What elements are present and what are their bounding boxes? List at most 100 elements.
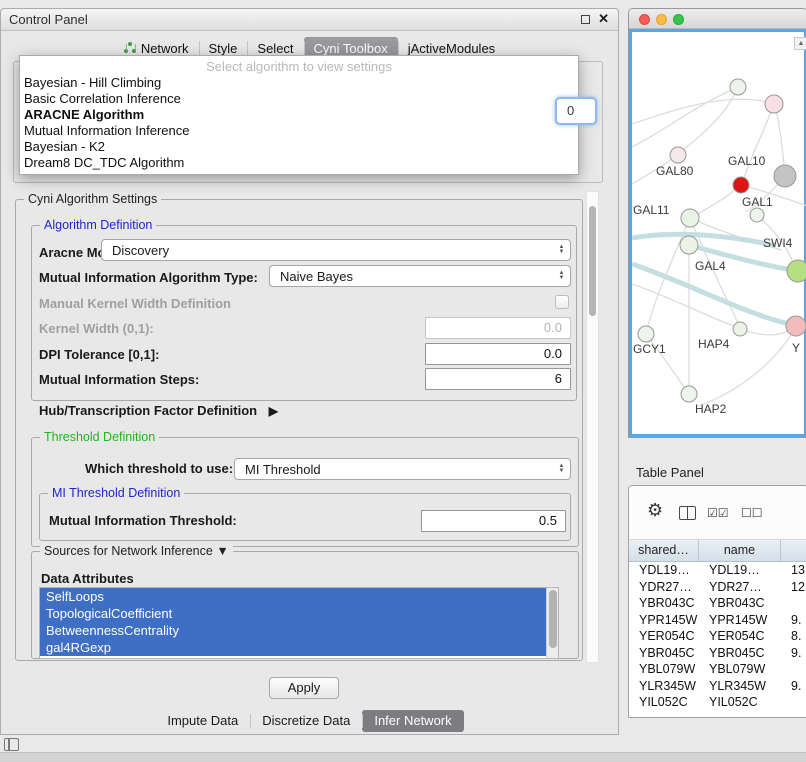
settings-scrollbar-thumb[interactable] <box>589 206 596 316</box>
network-node[interactable] <box>670 147 686 163</box>
network-edge-thick[interactable] <box>632 264 790 324</box>
network-edge[interactable] <box>680 87 738 153</box>
bottom-tab-discretize-data[interactable]: Discretize Data <box>250 710 362 732</box>
manual-kernel-checkbox[interactable] <box>555 295 569 309</box>
table-row[interactable]: YER054CYER054C8. <box>629 628 806 645</box>
columns-icon[interactable] <box>679 506 696 520</box>
which-threshold-label: Which threshold to use: <box>85 461 233 476</box>
algorithm-option-dream8-dc-tdc-algorithm[interactable]: Dream8 DC_TDC Algorithm <box>20 155 578 171</box>
column-header-shared[interactable]: shared… <box>629 540 699 561</box>
algorithm-definition-title: Algorithm Definition <box>40 218 156 232</box>
node-label: HAP4 <box>698 337 730 351</box>
table-cell: YLR345W <box>629 678 699 695</box>
table-cell: YBR045C <box>699 645 781 662</box>
mi-threshold-group-title: MI Threshold Definition <box>48 486 184 500</box>
table-row[interactable]: YIL052CYIL052C <box>629 694 806 711</box>
aracne-mode-select[interactable]: Discovery ▲▼ <box>101 239 571 261</box>
algorithm-option-bayesian-hill-climbing[interactable]: Bayesian - Hill Climbing <box>20 75 578 91</box>
table-row[interactable]: YBR045CYBR045C9. <box>629 645 806 662</box>
table-cell: YDR27… <box>699 579 781 596</box>
table-row[interactable]: YPR145WYPR145W9. <box>629 612 806 629</box>
network-edge[interactable] <box>743 104 774 182</box>
mi-type-select[interactable]: Naive Bayes ▲▼ <box>269 265 571 287</box>
network-node[interactable] <box>680 236 698 254</box>
mi-threshold-input[interactable]: 0.5 <box>421 510 566 532</box>
panel-toggle-icon[interactable] <box>4 738 19 751</box>
network-edge[interactable] <box>632 99 774 124</box>
algorithm-option-basic-correlation-inference[interactable]: Basic Correlation Inference <box>20 91 578 107</box>
deselect-columns-icon[interactable]: ☐☐ <box>741 506 763 520</box>
table-cell <box>781 661 806 678</box>
algorithm-option-mutual-information-inference[interactable]: Mutual Information Inference <box>20 123 578 139</box>
float-window-icon[interactable] <box>581 15 590 24</box>
select-columns-icon[interactable]: ☑☑ <box>707 506 729 520</box>
network-edge[interactable] <box>740 328 792 335</box>
table-row[interactable]: YDL19…YDL19…13 <box>629 562 806 579</box>
network-node[interactable] <box>733 177 749 193</box>
network-node[interactable] <box>765 95 783 113</box>
table-row[interactable]: YDR27…YDR27…12 <box>629 579 806 596</box>
control-panel-titlebar[interactable]: Control Panel ✕ <box>1 9 618 31</box>
table-cell: 8. <box>781 628 806 645</box>
node-label: GAL1 <box>742 195 773 209</box>
scroll-up-icon[interactable]: ▲ <box>794 37 806 50</box>
dropdown-placeholder: Select algorithm to view settings <box>20 59 578 75</box>
bottom-tab-infer-network[interactable]: Infer Network <box>362 710 463 732</box>
attribute-gal4rgexp[interactable]: gal4RGexp <box>40 639 546 656</box>
table-cell: 13 <box>781 562 806 579</box>
close-icon[interactable]: ✕ <box>598 11 609 27</box>
table-row[interactable]: YBR043CYBR043C <box>629 595 806 612</box>
table-cell: 12 <box>781 579 806 596</box>
table-row[interactable]: YBL079WYBL079W <box>629 661 806 678</box>
table-toolbar: ⚙ ☑☑ ☐☐ <box>629 486 806 540</box>
attribute-topologicalcoefficient[interactable]: TopologicalCoefficient <box>40 605 546 622</box>
network-edge-thick[interactable] <box>632 234 776 246</box>
mi-steps-input[interactable]: 6 <box>425 368 571 390</box>
settings-scrollbar[interactable] <box>586 191 599 663</box>
network-node[interactable] <box>681 209 699 227</box>
column-header-name[interactable]: name <box>699 540 781 561</box>
data-attributes-label: Data Attributes <box>41 571 134 586</box>
data-attributes-list[interactable]: SelfLoopsTopologicalCoefficientBetweenne… <box>39 587 559 659</box>
column-header-extra[interactable] <box>781 540 806 561</box>
network-edge[interactable] <box>632 87 738 147</box>
algorithm-option-aracne-algorithm[interactable]: ARACNE Algorithm <box>20 107 578 123</box>
minimize-traffic-light[interactable] <box>656 14 667 25</box>
network-node[interactable] <box>750 208 764 222</box>
sources-group-title[interactable]: Sources for Network Inference ▼ <box>40 544 233 558</box>
which-threshold-select[interactable]: MI Threshold ▲▼ <box>234 458 571 480</box>
network-node[interactable] <box>786 316 806 336</box>
apply-button[interactable]: Apply <box>269 677 339 699</box>
network-node[interactable] <box>730 79 746 95</box>
network-window-titlebar[interactable] <box>629 9 806 29</box>
zoom-traffic-light[interactable] <box>673 14 684 25</box>
list-scrollbar[interactable] <box>546 588 558 658</box>
network-node[interactable] <box>787 260 806 282</box>
table-cell: YBR043C <box>629 595 699 612</box>
table-row[interactable]: YLR345WYLR345W9. <box>629 678 806 695</box>
attribute-betweennesscentrality[interactable]: BetweennessCentrality <box>40 622 546 639</box>
table-cell: YBL079W <box>629 661 699 678</box>
network-node[interactable] <box>774 165 796 187</box>
close-traffic-light[interactable] <box>639 14 650 25</box>
kernel-width-input[interactable]: 0.0 <box>425 317 571 339</box>
list-scrollbar-thumb[interactable] <box>549 590 557 648</box>
table-cell: YDL19… <box>629 562 699 579</box>
table-cell: YDL19… <box>699 562 781 579</box>
network-node[interactable] <box>681 386 697 402</box>
gear-icon[interactable]: ⚙ <box>647 500 663 521</box>
bottom-tab-impute-data[interactable]: Impute Data <box>155 710 250 732</box>
algorithm-option-bayesian-k2[interactable]: Bayesian - K2 <box>20 139 578 155</box>
network-edge[interactable] <box>632 284 736 327</box>
hub-definition-label: Hub/Transcription Factor Definition <box>39 403 257 418</box>
node-label: GAL80 <box>656 164 694 178</box>
table-cell: 9. <box>781 678 806 695</box>
network-canvas[interactable]: GAL10GAL80GAL11GAL1SWI4GAL4GCY1HAP4HAP2Y… <box>629 29 806 437</box>
dpi-tolerance-input[interactable]: 0.0 <box>425 343 571 365</box>
attribute-selfloops[interactable]: SelfLoops <box>40 588 546 605</box>
hub-definition-expander[interactable]: Hub/Transcription Factor Definition ▶ <box>39 403 278 418</box>
network-node[interactable] <box>733 322 747 336</box>
focused-spinner-field[interactable]: 0 <box>555 97 597 125</box>
table-cell <box>781 595 806 612</box>
network-node[interactable] <box>638 326 654 342</box>
